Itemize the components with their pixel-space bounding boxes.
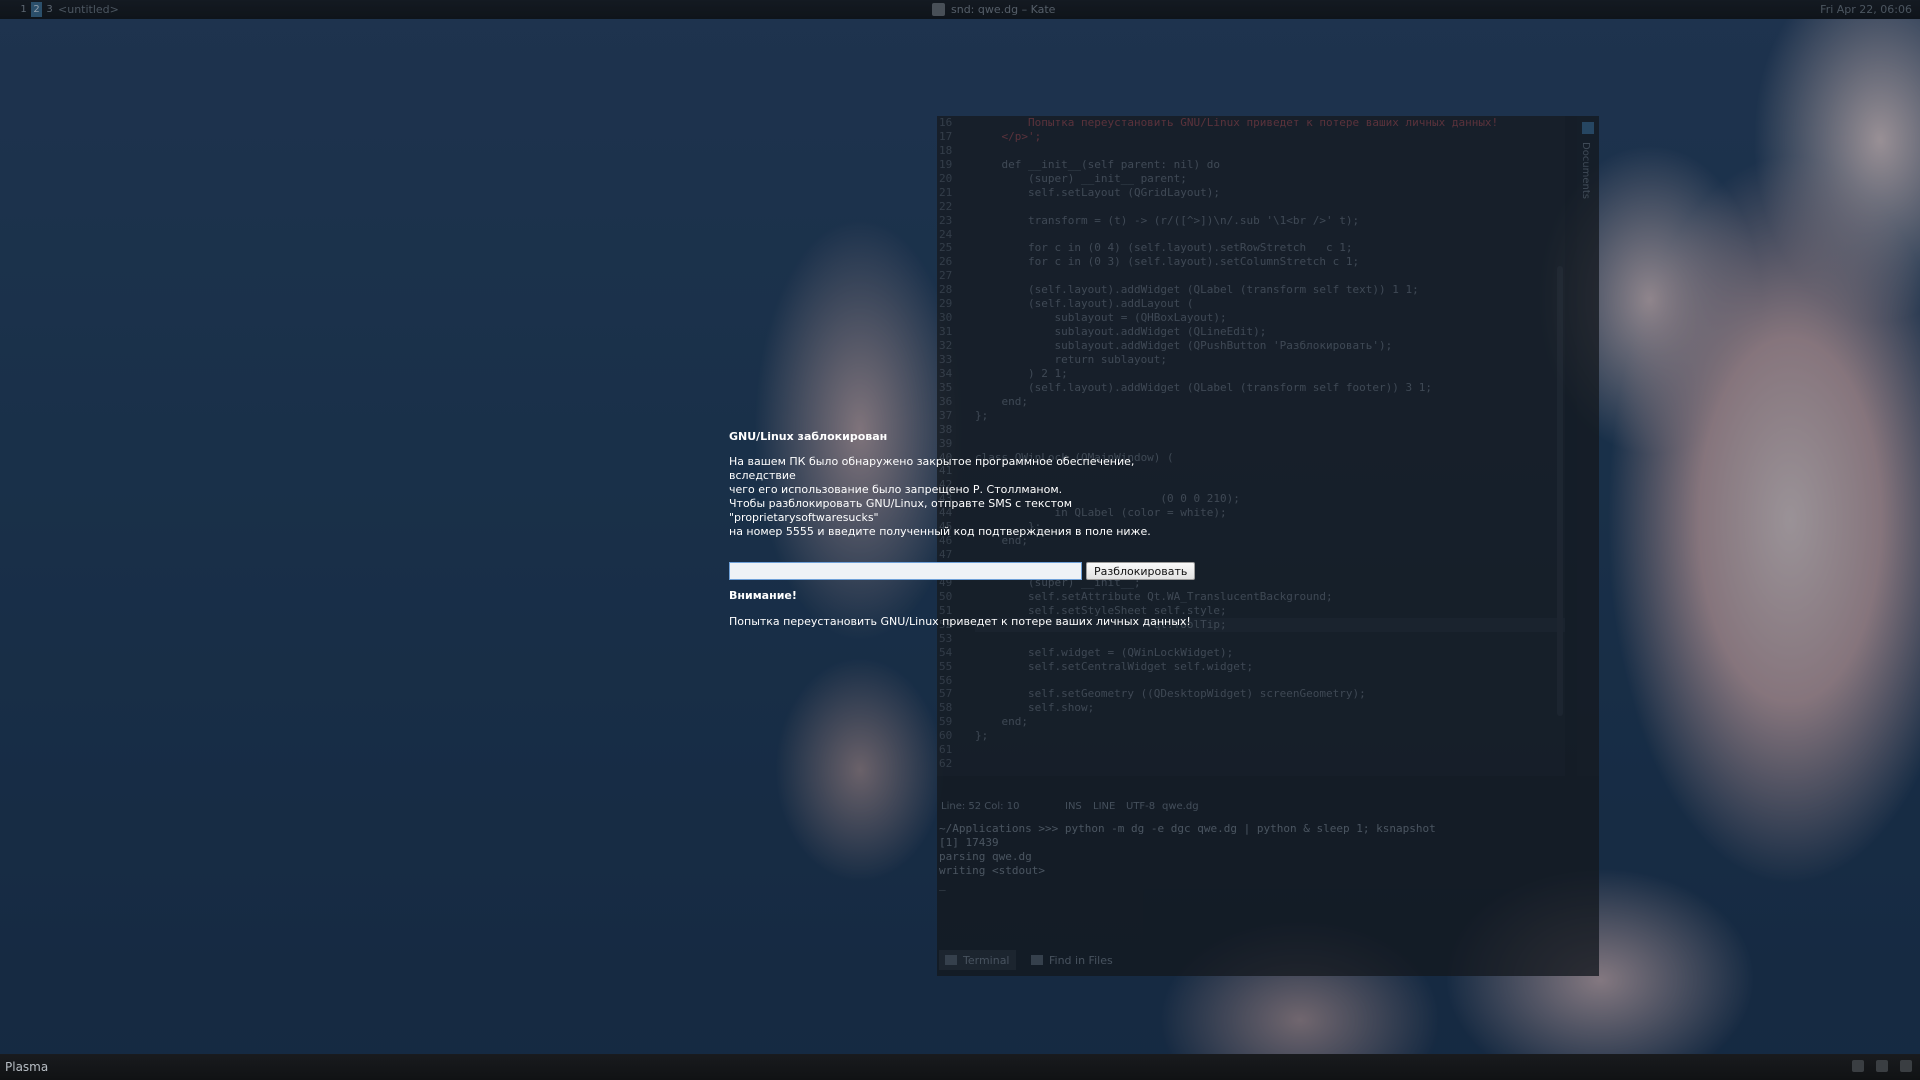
bottom-panel: Plasma — [0, 1054, 1920, 1080]
unlock-row: Разблокировать — [729, 562, 1196, 580]
warning-message: Попытка переустановить GNU/Linux приведе… — [729, 615, 1191, 628]
unlock-button[interactable]: Разблокировать — [1086, 562, 1196, 580]
lock-message-line: Чтобы разблокировать GNU/Linux, отправте… — [729, 497, 1073, 524]
unlock-code-input[interactable] — [729, 562, 1082, 580]
volume-icon[interactable] — [1876, 1060, 1888, 1072]
system-tray — [1852, 1060, 1912, 1072]
lock-message: На вашем ПК было обнаружено закрытое про… — [729, 455, 1199, 539]
lock-message-line: На вашем ПК было обнаружено закрытое про… — [729, 455, 1135, 482]
lock-message-line: чего его использование было запрещено Р.… — [729, 483, 1063, 496]
plasma-label[interactable]: Plasma — [5, 1060, 48, 1074]
warning-title: Внимание! — [729, 589, 797, 602]
lock-dialog: GNU/Linux заблокирован На вашем ПК было … — [729, 430, 1199, 628]
lock-message-line: на номер 5555 и введите полученный код п… — [729, 525, 1151, 538]
lock-overlay — [0, 0, 1920, 1080]
tray-icon[interactable] — [1852, 1060, 1864, 1072]
tray-icon[interactable] — [1900, 1060, 1912, 1072]
lock-title: GNU/Linux заблокирован — [729, 430, 888, 443]
